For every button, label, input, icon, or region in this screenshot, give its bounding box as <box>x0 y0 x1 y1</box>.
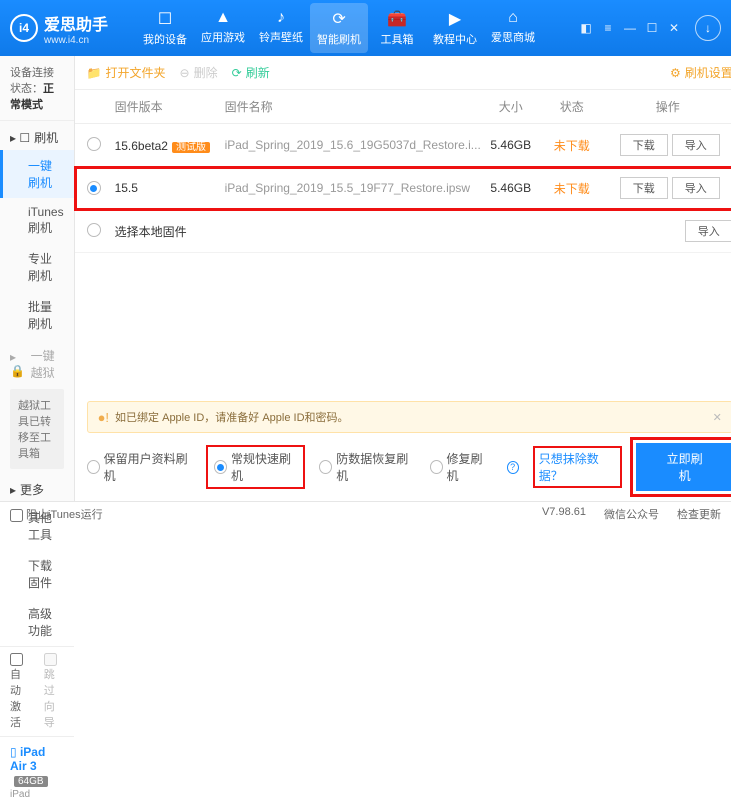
status-badge: 未下载 <box>541 180 603 197</box>
jailbreak-note: 越狱工具已转移至工具箱 <box>10 389 64 469</box>
menu-icon[interactable]: ≡ <box>599 21 617 35</box>
table-row[interactable]: 15.6beta2测试版 iPad_Spring_2019_15.6_19G50… <box>75 124 731 167</box>
nav-toolbox[interactable]: 🧰工具箱 <box>368 3 426 53</box>
wechat-link[interactable]: 微信公众号 <box>604 506 659 522</box>
row-radio[interactable] <box>87 137 101 151</box>
group-flash[interactable]: ▸ ☐ 刷机 <box>0 121 74 150</box>
main-nav: ☐我的设备 ▲应用游戏 ♪铃声壁纸 ⟳智能刷机 🧰工具箱 ▶教程中心 ⌂爱思商城 <box>136 3 542 53</box>
sidebar-item-itunes[interactable]: iTunes刷机 <box>0 198 74 243</box>
tablet-icon: ▯ <box>10 745 17 759</box>
nav-apps[interactable]: ▲应用游戏 <box>194 3 252 53</box>
warning-bar: ●! 如已绑定 Apple ID，请准备好 Apple ID和密码。 ✕ <box>87 401 731 433</box>
import-button[interactable]: 导入 <box>685 220 731 242</box>
flash-settings-button[interactable]: ⚙ 刷机设置 <box>670 64 731 81</box>
ringtone-icon: ♪ <box>252 9 310 27</box>
skin-icon[interactable]: ◧ <box>577 21 595 35</box>
nav-ringtone[interactable]: ♪铃声壁纸 <box>252 3 310 53</box>
sidebar-options: 自动激活 跳过向导 <box>0 646 74 736</box>
warning-icon: ●! <box>98 410 109 425</box>
col-action: 操作 <box>603 98 731 115</box>
device-info[interactable]: ▯ iPad Air 3 64GB iPad <box>0 736 74 808</box>
tutorial-icon: ▶ <box>426 9 484 29</box>
sidebar-item-batch[interactable]: 批量刷机 <box>0 291 74 339</box>
col-status: 状态 <box>541 98 603 115</box>
brand-url: www.i4.cn <box>44 35 108 46</box>
sidebar-item-pro[interactable]: 专业刷机 <box>0 243 74 291</box>
toolbar: 📁 打开文件夹 ⊖ 删除 ⟳ 刷新 ⚙ 刷机设置 <box>75 56 731 90</box>
main: 设备连接状态：正常模式 ▸ ☐ 刷机 一键刷机 iTunes刷机 专业刷机 批量… <box>0 56 731 501</box>
table-row[interactable]: 15.5 iPad_Spring_2019_15.5_19F77_Restore… <box>75 167 731 210</box>
mode-bar: 保留用户资料刷机 常规快速刷机 防数据恢复刷机 修复刷机 ? 只想抹除数据？ 立… <box>75 433 731 501</box>
close-icon[interactable]: ✕ <box>713 411 722 424</box>
mode-repair[interactable]: 修复刷机 <box>430 450 491 484</box>
nav-flash[interactable]: ⟳智能刷机 <box>310 3 368 53</box>
row-radio[interactable] <box>87 181 101 195</box>
nav-store[interactable]: ⌂爱思商城 <box>484 3 542 53</box>
close-icon[interactable]: ✕ <box>665 21 683 35</box>
skip-guide-checkbox[interactable]: 跳过向导 <box>44 653 64 730</box>
toolbox-icon: 🧰 <box>368 9 426 29</box>
table-row-local[interactable]: 选择本地固件 导入 <box>75 210 731 253</box>
delete-button[interactable]: ⊖ 删除 <box>180 64 218 81</box>
maximize-icon[interactable]: ☐ <box>643 21 661 35</box>
table-header: 固件版本 固件名称 大小 状态 操作 <box>75 90 731 124</box>
mode-normal[interactable]: 常规快速刷机 <box>208 447 303 487</box>
brand-name: 爱思助手 <box>44 11 108 35</box>
minimize-icon[interactable]: — <box>621 21 639 35</box>
connection-status: 设备连接状态：正常模式 <box>0 56 74 121</box>
sidebar: 设备连接状态：正常模式 ▸ ☐ 刷机 一键刷机 iTunes刷机 专业刷机 批量… <box>0 56 75 501</box>
import-button[interactable]: 导入 <box>672 177 720 199</box>
download-button[interactable]: 下载 <box>620 134 668 156</box>
version-label: V7.98.61 <box>542 506 586 522</box>
device-type: iPad <box>10 789 64 800</box>
storage-badge: 64GB <box>14 776 48 787</box>
window-controls: ◧ ≡ — ☐ ✕ ↓ <box>577 15 721 41</box>
check-update-link[interactable]: 检查更新 <box>677 506 721 522</box>
sidebar-item-oneclick[interactable]: 一键刷机 <box>0 150 74 198</box>
titlebar: i4 爱思助手 www.i4.cn ☐我的设备 ▲应用游戏 ♪铃声壁纸 ⟳智能刷… <box>0 0 731 56</box>
block-itunes-checkbox[interactable]: 阻止iTunes运行 <box>10 506 103 522</box>
beta-badge: 测试版 <box>172 142 210 153</box>
sidebar-item-advanced[interactable]: 高级功能 <box>0 598 74 646</box>
nav-my-device[interactable]: ☐我的设备 <box>136 3 194 53</box>
mode-keep-data[interactable]: 保留用户资料刷机 <box>87 450 192 484</box>
sidebar-item-downloadfw[interactable]: 下载固件 <box>0 550 74 598</box>
refresh-button[interactable]: ⟳ 刷新 <box>232 64 270 81</box>
download-button[interactable]: 下载 <box>620 177 668 199</box>
store-icon: ⌂ <box>484 9 542 27</box>
brand: 爱思助手 www.i4.cn <box>44 11 108 46</box>
warning-text: 如已绑定 Apple ID，请准备好 Apple ID和密码。 <box>115 409 349 425</box>
help-icon[interactable]: ? <box>507 461 519 474</box>
mode-protect[interactable]: 防数据恢复刷机 <box>319 450 413 484</box>
start-flash-button[interactable]: 立即刷机 <box>636 443 731 491</box>
content: 📁 打开文件夹 ⊖ 删除 ⟳ 刷新 ⚙ 刷机设置 固件版本 固件名称 大小 状态… <box>75 56 731 501</box>
app-logo: i4 <box>10 14 38 42</box>
apps-icon: ▲ <box>194 9 252 27</box>
flash-icon: ⟳ <box>310 9 368 29</box>
import-button[interactable]: 导入 <box>672 134 720 156</box>
auto-activate-checkbox[interactable]: 自动激活 <box>10 653 30 730</box>
group-jailbreak[interactable]: ▸ 🔒 一键越狱 <box>0 339 74 385</box>
group-more[interactable]: ▸ 更多 <box>0 473 74 502</box>
footer: 阻止iTunes运行 V7.98.61 微信公众号 检查更新 <box>0 501 731 526</box>
col-version: 固件版本 <box>115 98 225 115</box>
col-size: 大小 <box>481 98 541 115</box>
col-name: 固件名称 <box>225 98 481 115</box>
nav-tutorial[interactable]: ▶教程中心 <box>426 3 484 53</box>
status-badge: 未下载 <box>541 137 603 154</box>
erase-only-link[interactable]: 只想抹除数据？ <box>535 448 621 486</box>
device-icon: ☐ <box>136 9 194 29</box>
download-icon[interactable]: ↓ <box>695 15 721 41</box>
row-radio[interactable] <box>87 223 101 237</box>
open-folder-button[interactable]: 📁 打开文件夹 <box>87 64 166 81</box>
